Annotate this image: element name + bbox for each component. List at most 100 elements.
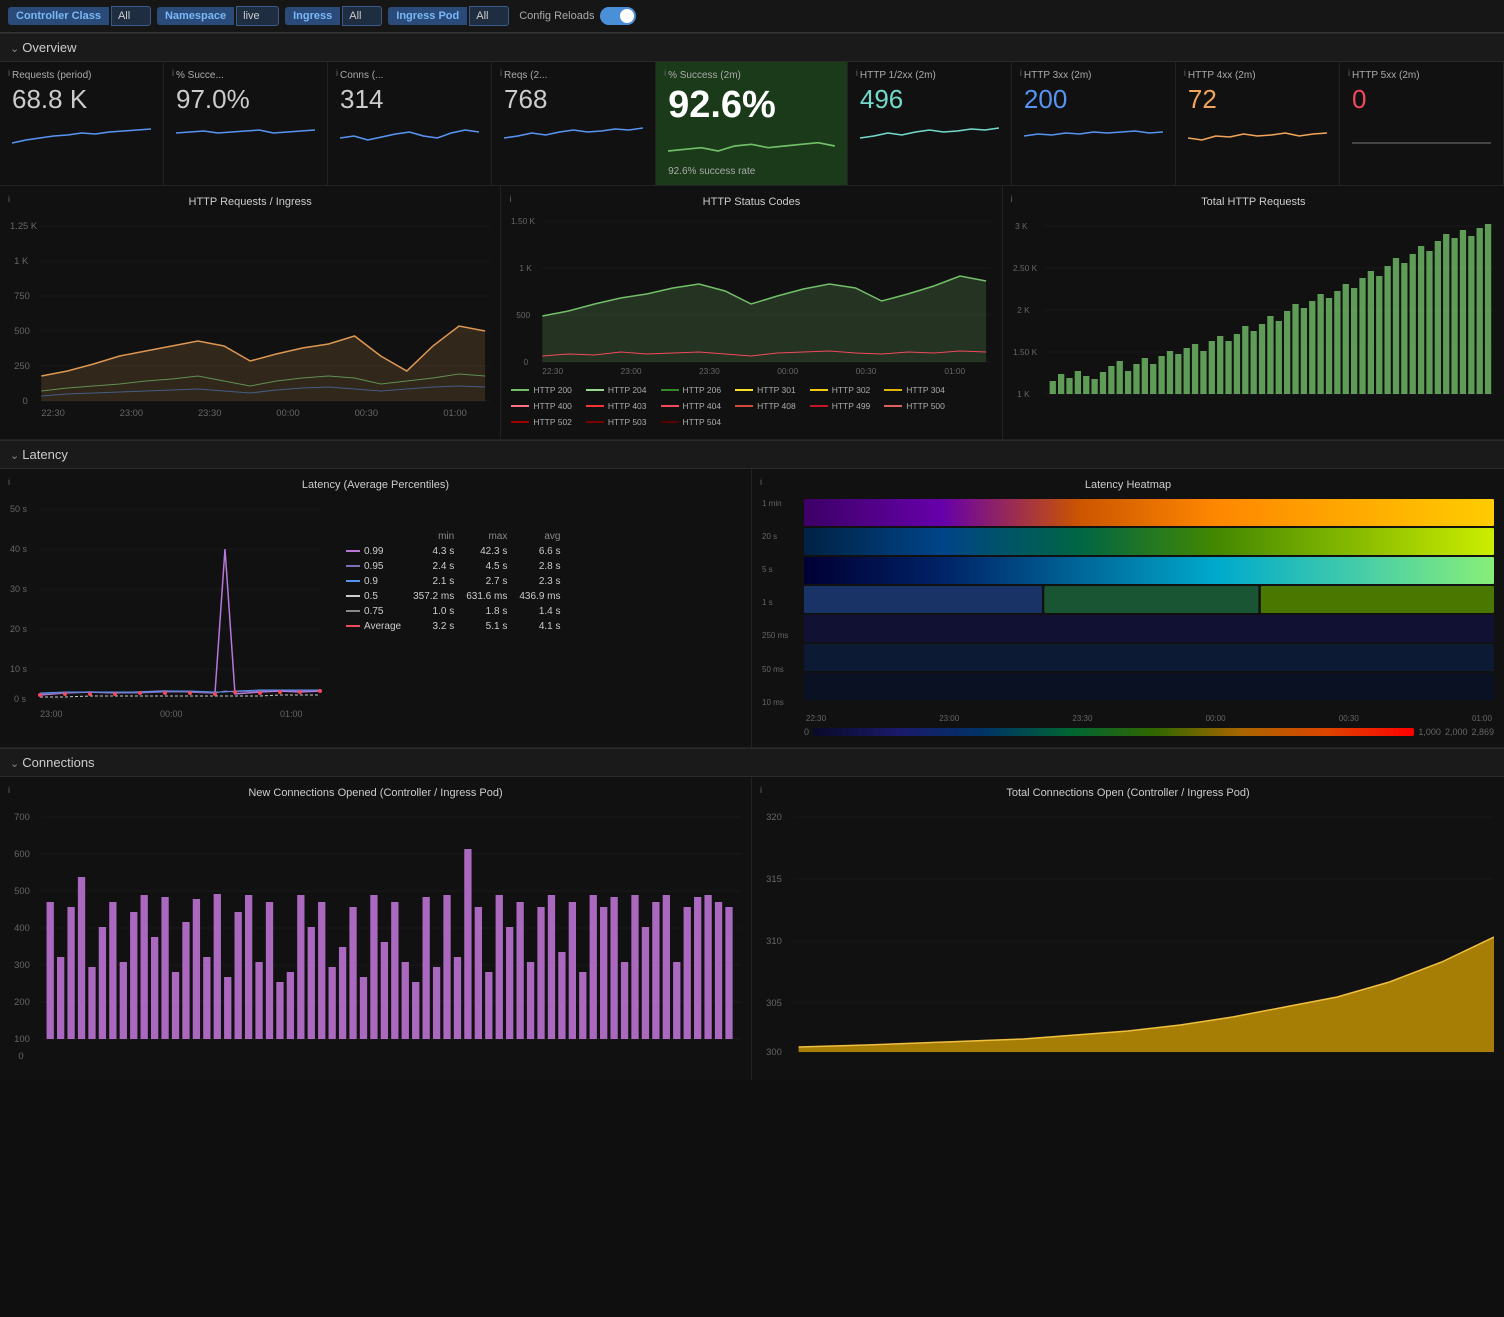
spark-http4xx: [1188, 118, 1327, 148]
stat-info-requests: i: [8, 68, 10, 78]
stat-value-pct-success: 92.6%: [668, 85, 835, 127]
svg-text:01:00: 01:00: [280, 709, 303, 719]
config-reloads-toggle[interactable]: [600, 7, 636, 25]
svg-text:23:30: 23:30: [198, 408, 221, 418]
spark-conns: [340, 118, 479, 148]
svg-text:600: 600: [14, 849, 30, 859]
svg-text:23:00: 23:00: [120, 408, 143, 418]
svg-text:01:00: 01:00: [945, 367, 966, 376]
colorbar-gradient: [813, 728, 1414, 736]
http-requests-info: i: [8, 194, 10, 204]
stat-value-reqs: 768: [504, 85, 643, 114]
svg-text:0: 0: [524, 358, 529, 367]
svg-text:22:30: 22:30: [543, 367, 564, 376]
svg-text:315: 315: [766, 874, 782, 884]
http-status-panel: i HTTP Status Codes 1.50 K 1 K 500 0 22:…: [501, 186, 1002, 439]
total-connections-chart: 320 315 310 305 300: [762, 807, 1494, 1067]
pct-row-avg: Average 3.2 s 5.1 s 4.1 s: [340, 619, 567, 634]
namespace-select[interactable]: live: [236, 6, 279, 26]
percentile-table: min max avg 0.99 4.3 s 42.3 s 6.6 s: [340, 499, 567, 729]
svg-text:00:00: 00:00: [276, 408, 299, 418]
svg-text:1 K: 1 K: [520, 264, 533, 273]
legend-http204: HTTP 204: [586, 385, 647, 395]
stat-title-http5xx: HTTP 5xx (2m): [1352, 70, 1491, 81]
latency-percentiles-title: Latency (Average Percentiles): [10, 479, 741, 491]
stat-card-http4xx: i HTTP 4xx (2m) 72: [1176, 62, 1340, 185]
ingress-pod-filter: Ingress Pod All: [388, 6, 509, 26]
total-http-title: Total HTTP Requests: [1013, 196, 1494, 208]
legend-http403: HTTP 403: [586, 401, 647, 411]
controller-class-label: Controller Class: [8, 7, 109, 25]
stat-value-success: 97.0%: [176, 85, 315, 114]
connections-section-header[interactable]: Connections: [0, 748, 1504, 777]
legend-http301: HTTP 301: [735, 385, 796, 395]
overview-section-header[interactable]: Overview: [0, 33, 1504, 62]
legend-http404: HTTP 404: [661, 401, 722, 411]
stat-card-http5xx: i HTTP 5xx (2m) 0: [1340, 62, 1504, 185]
spark-http12xx: [860, 118, 999, 148]
svg-text:500: 500: [14, 886, 30, 896]
legend-http504: HTTP 504: [661, 417, 722, 427]
http-requests-title: HTTP Requests / Ingress: [10, 196, 490, 208]
connections-grid: i New Connections Opened (Controller / I…: [0, 777, 1504, 1080]
stat-info-http12xx: i: [856, 68, 858, 78]
stat-info-conns: i: [336, 68, 338, 78]
stat-card-http3xx: i HTTP 3xx (2m) 200: [1012, 62, 1176, 185]
latency-heatmap-info: i: [760, 477, 762, 487]
new-connections-panel: i New Connections Opened (Controller / I…: [0, 777, 752, 1080]
heatmap-body: 22:30 23:00 23:30 00:00 00:30 01:00 0 1,…: [804, 499, 1494, 737]
latency-grid: i Latency (Average Percentiles) 50 s 40 …: [0, 469, 1504, 748]
stat-value-http4xx: 72: [1188, 85, 1327, 114]
stat-card-pct-success: i % Success (2m) 92.6% 92.6% success rat…: [656, 62, 848, 185]
stat-info-reqs: i: [500, 68, 502, 78]
http-status-title: HTTP Status Codes: [511, 196, 991, 208]
ingress-pod-select[interactable]: All: [469, 6, 509, 26]
namespace-label: Namespace: [157, 7, 234, 25]
stat-title-reqs: Reqs (2...: [504, 70, 643, 81]
new-conn-info: i: [8, 785, 10, 795]
svg-text:00:00: 00:00: [160, 709, 183, 719]
svg-text:00:30: 00:30: [355, 408, 378, 418]
legend-http503: HTTP 503: [586, 417, 647, 427]
svg-text:1.50 K: 1.50 K: [1013, 348, 1038, 357]
legend-http499: HTTP 499: [810, 401, 871, 411]
heatmap-svg: [804, 499, 1494, 709]
total-http-info: i: [1011, 194, 1013, 204]
total-http-panel: i Total HTTP Requests 3 K 2.50 K 2 K 1.5…: [1003, 186, 1504, 439]
svg-text:20 s: 20 s: [10, 624, 28, 634]
latency-percentiles-panel: i Latency (Average Percentiles) 50 s 40 …: [0, 469, 752, 747]
svg-text:400: 400: [14, 923, 30, 933]
ingress-select[interactable]: All: [342, 6, 382, 26]
svg-text:310: 310: [766, 936, 782, 946]
legend-http400: HTTP 400: [511, 401, 572, 411]
svg-text:0 s: 0 s: [14, 694, 27, 704]
svg-text:30 s: 30 s: [10, 584, 28, 594]
stat-title-success: % Succe...: [176, 70, 315, 81]
svg-text:0: 0: [23, 396, 28, 406]
svg-text:750: 750: [14, 291, 30, 301]
latency-percentiles-chart: 50 s 40 s 30 s 20 s 10 s 0 s: [10, 499, 330, 729]
legend-http502: HTTP 502: [511, 417, 572, 427]
controller-class-select[interactable]: All: [111, 6, 151, 26]
stat-title-http4xx: HTTP 4xx (2m): [1188, 70, 1327, 81]
http-status-legend: HTTP 200 HTTP 204 HTTP 206 HTTP 301 HTTP…: [511, 385, 991, 427]
pct-col-max: max: [460, 529, 513, 544]
stat-info-http3xx: i: [1020, 68, 1022, 78]
pct-row-075: 0.75 1.0 s 1.8 s 1.4 s: [340, 604, 567, 619]
heatmap-colorbar: 0 1,000 2,000 2,869: [804, 727, 1494, 737]
svg-text:23:00: 23:00: [40, 709, 63, 719]
stat-value-conns: 314: [340, 85, 479, 114]
legend-http206: HTTP 206: [661, 385, 722, 395]
spark-http3xx: [1024, 118, 1163, 148]
stat-value-http5xx: 0: [1352, 85, 1491, 114]
toolbar: Controller Class All Namespace live Ingr…: [0, 0, 1504, 33]
spark-pct-success: [668, 131, 835, 161]
stat-card-conns: i Conns (... 314: [328, 62, 492, 185]
pct-row-095: 0.95 2.4 s 4.5 s 2.8 s: [340, 559, 567, 574]
new-connections-chart: 700 600 500 400 300 200 100 0: [10, 807, 741, 1067]
stat-sub-pct-success: 92.6% success rate: [668, 166, 835, 177]
spark-requests: [12, 118, 151, 148]
stat-title-http3xx: HTTP 3xx (2m): [1024, 70, 1163, 81]
svg-text:50 s: 50 s: [10, 504, 28, 514]
latency-section-header[interactable]: Latency: [0, 440, 1504, 469]
